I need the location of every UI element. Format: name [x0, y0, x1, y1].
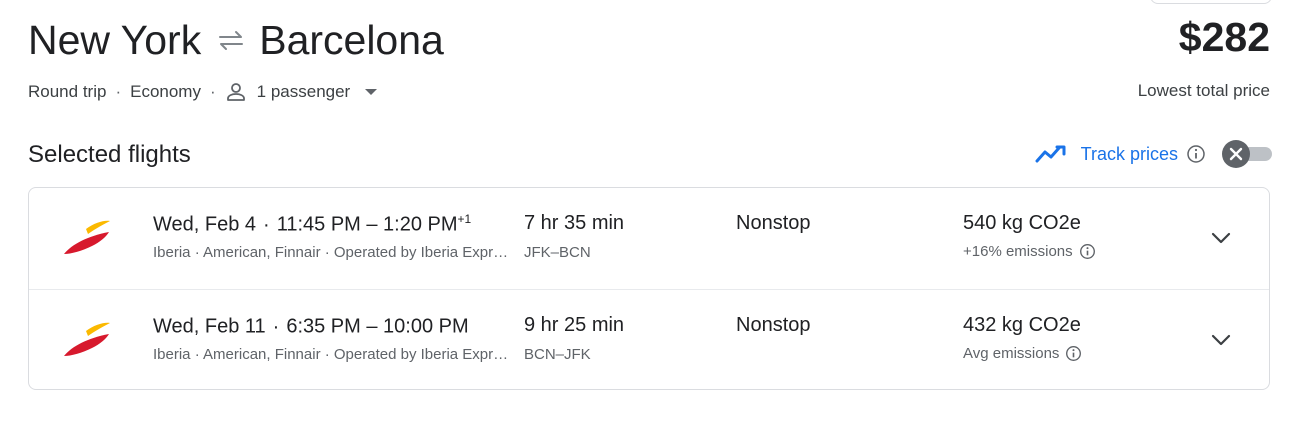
- iberia-logo-icon: [60, 319, 114, 364]
- day-offset: +1: [457, 212, 472, 226]
- separator-dot: ·: [209, 82, 216, 101]
- emissions-note: +16% emissions: [963, 243, 1096, 260]
- trending-icon: [1035, 144, 1067, 164]
- info-icon[interactable]: [1065, 345, 1082, 362]
- carriers-info: Iberia · American, Finnair · Operated by…: [153, 244, 511, 261]
- time-range: 6:35 PM – 10:00 PM: [286, 315, 469, 338]
- track-prices-toggle[interactable]: [1222, 140, 1272, 168]
- flight-times: Wed, Feb 11 · 6:35 PM – 10:00 PM: [153, 315, 469, 338]
- flight-times: Wed, Feb 4 · 11:45 PM – 1:20 PM+1: [153, 212, 472, 236]
- carriers-info: Iberia · American, Finnair · Operated by…: [153, 346, 511, 363]
- info-icon[interactable]: [1079, 243, 1096, 260]
- swap-arrows-icon: [217, 29, 245, 51]
- route-title: New York Barcelona: [28, 14, 444, 66]
- stops-info: Nonstop: [736, 314, 811, 336]
- origin-city: New York: [28, 16, 202, 63]
- section-title: Selected flights: [28, 141, 191, 168]
- time-range: 11:45 PM – 1:20 PM: [276, 213, 458, 236]
- track-prices: Track prices: [1035, 140, 1272, 168]
- person-icon: [225, 81, 247, 103]
- airport-codes: JFK–BCN: [524, 244, 591, 261]
- emissions-value: 432 kg CO2e: [963, 314, 1081, 336]
- departure-date: Wed, Feb 4: [153, 213, 257, 236]
- price-caption: Lowest total price: [1137, 81, 1270, 100]
- stops-info: Nonstop: [736, 212, 811, 234]
- chevron-down-icon[interactable]: [1207, 326, 1235, 354]
- emissions-note-label: Avg emissions: [963, 345, 1060, 362]
- flight-row-return[interactable]: Wed, Feb 11 · 6:35 PM – 10:00 PM Iberia · …: [29, 289, 1269, 391]
- flight-duration: 9 hr 25 min: [524, 314, 625, 336]
- track-prices-label: Track prices: [1080, 143, 1178, 164]
- destination-city: Barcelona: [259, 16, 444, 63]
- iberia-logo-icon: [60, 217, 114, 262]
- departure-date: Wed, Feb 11: [153, 315, 266, 338]
- total-price: $282: [1178, 14, 1270, 60]
- emissions-note-label: +16% emissions: [963, 243, 1073, 260]
- passenger-count[interactable]: 1 passenger: [257, 82, 351, 102]
- top-button-edge[interactable]: [1150, 0, 1272, 4]
- info-icon[interactable]: [1186, 144, 1206, 164]
- airport-codes: BCN–JFK: [524, 346, 591, 363]
- flight-row-outbound[interactable]: Wed, Feb 4 · 11:45 PM – 1:20 PM+1 Iberia ·…: [29, 188, 1269, 289]
- separator-dot: ·: [115, 82, 122, 101]
- trip-type: Round trip: [28, 82, 107, 101]
- flight-booking-page: New York Barcelona $282 Lowest total pri…: [0, 0, 1300, 430]
- trip-options: Round trip · Economy · 1 passenger: [28, 80, 378, 104]
- close-icon: [1222, 140, 1250, 168]
- flight-duration: 7 hr 35 min: [524, 212, 625, 234]
- selected-flights-card: Wed, Feb 4 · 11:45 PM – 1:20 PM+1 Iberia ·…: [28, 187, 1270, 390]
- track-prices-button[interactable]: Track prices: [1035, 144, 1178, 165]
- emissions-value: 540 kg CO2e: [963, 212, 1081, 234]
- emissions-note: Avg emissions: [963, 345, 1082, 362]
- caret-down-icon[interactable]: [364, 88, 378, 96]
- chevron-down-icon[interactable]: [1207, 224, 1235, 252]
- cabin-class: Economy: [130, 82, 201, 101]
